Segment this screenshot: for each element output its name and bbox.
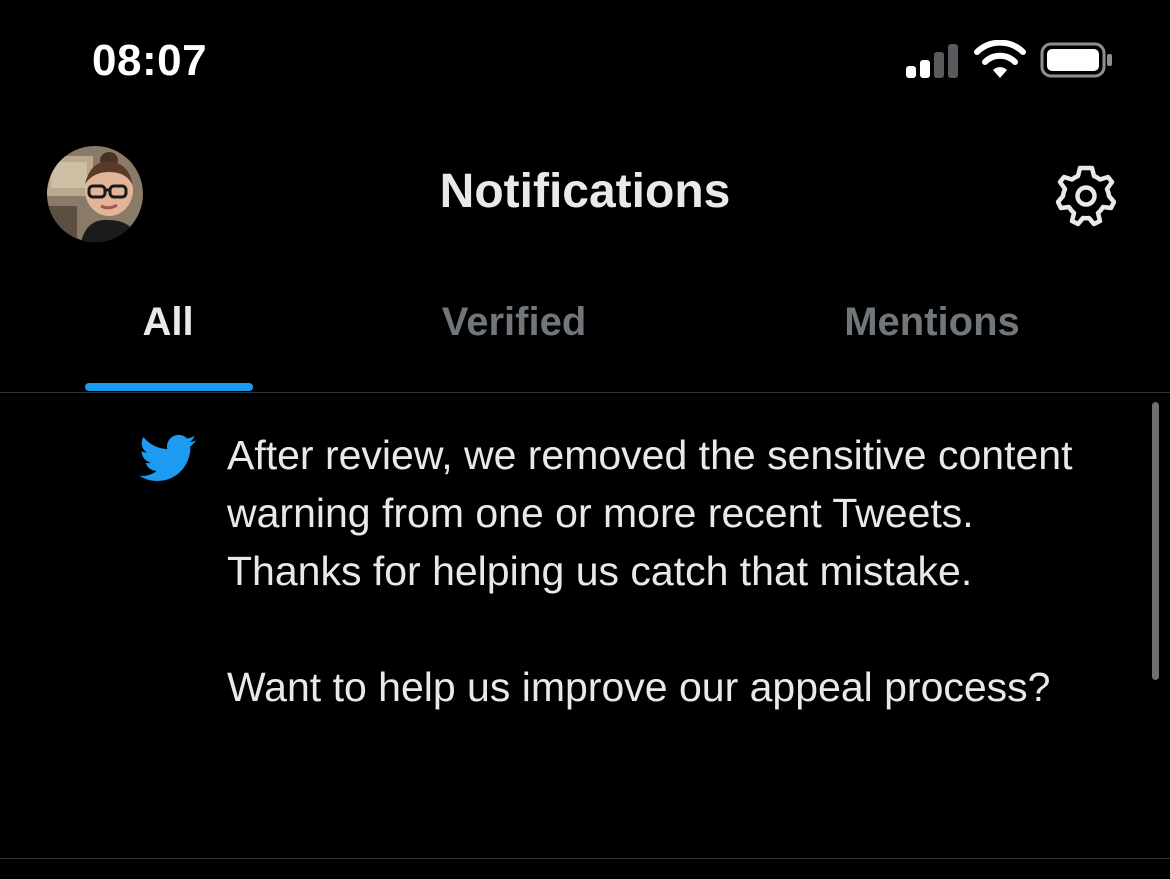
tab-mentions[interactable]: Mentions xyxy=(844,300,1020,345)
cellular-signal-icon xyxy=(906,44,960,78)
gear-icon[interactable] xyxy=(1052,162,1120,230)
notification-paragraph: After review, we removed the sensitive c… xyxy=(227,432,1073,594)
wifi-icon xyxy=(974,40,1026,78)
tab-verified[interactable]: Verified xyxy=(442,300,587,345)
status-bar: 08:07 xyxy=(0,0,1170,120)
battery-icon xyxy=(1040,42,1112,78)
notification-tabs: All Verified Mentions xyxy=(0,270,1170,392)
notification-paragraph: Want to help us improve our appeal proce… xyxy=(227,664,1051,710)
divider xyxy=(0,392,1170,393)
page-title: Notifications xyxy=(439,165,731,218)
notification-text: After review, we removed the sensitive c… xyxy=(227,426,1087,716)
scrollbar[interactable] xyxy=(1152,402,1159,680)
divider xyxy=(0,858,1170,859)
status-time: 08:07 xyxy=(92,36,208,85)
tab-all[interactable]: All xyxy=(142,300,193,345)
twitter-bird-icon xyxy=(139,434,197,482)
active-tab-indicator xyxy=(85,383,253,391)
